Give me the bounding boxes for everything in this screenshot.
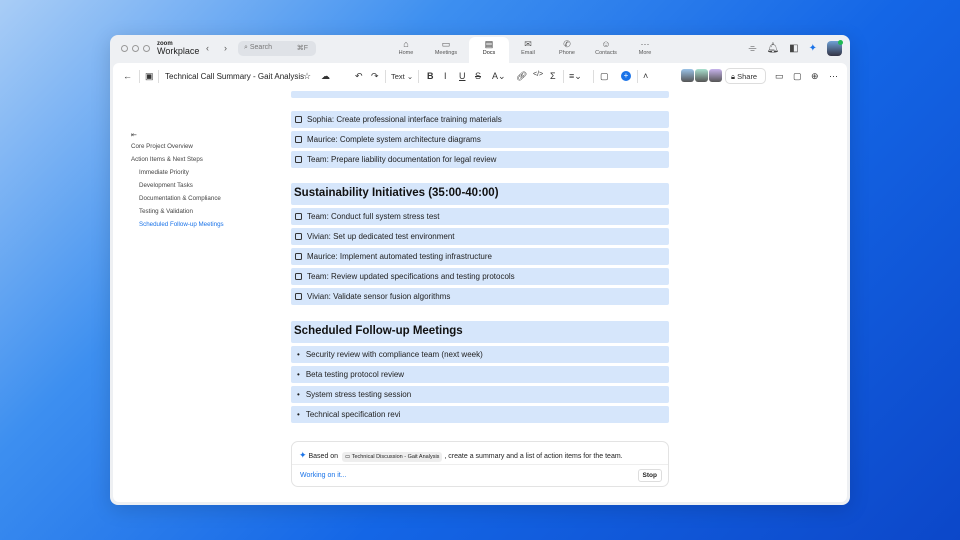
forward-icon[interactable]: › bbox=[224, 43, 227, 53]
tab-contacts[interactable]: ☺ Contacts bbox=[586, 37, 626, 63]
toc-item[interactable]: Development Tasks bbox=[139, 182, 193, 189]
toc-item[interactable]: Documentation & Compliance bbox=[139, 195, 221, 202]
more-icon: ··· bbox=[640, 39, 650, 49]
text-style-dropdown[interactable]: Text ⌄ bbox=[391, 72, 413, 81]
doc-icon[interactable]: ▣ bbox=[145, 71, 154, 82]
task-row[interactable]: Vivian: Validate sensor fusion algorithm… bbox=[291, 288, 669, 305]
more-options-icon[interactable]: ⋯ bbox=[829, 71, 838, 82]
meeting-chip[interactable]: ▭ Technical Discussion - Gait Analysis bbox=[342, 452, 443, 462]
redo-icon[interactable]: ↷ bbox=[371, 71, 379, 82]
link-icon[interactable]: 🔗︎ bbox=[516, 71, 527, 82]
chat-icon[interactable]: ▢ bbox=[793, 71, 802, 82]
align-icon[interactable]: ≡⌄ bbox=[569, 71, 582, 82]
cloud-icon: ☁ bbox=[321, 71, 330, 81]
panel-icon[interactable]: ◧ bbox=[789, 43, 798, 54]
underline-icon[interactable]: U bbox=[459, 71, 466, 81]
video-icon: ▭ bbox=[345, 454, 352, 460]
tab-more[interactable]: ··· More bbox=[625, 37, 665, 63]
bullet-row: • Beta testing protocol review bbox=[291, 366, 669, 383]
collaborator-avatars[interactable] bbox=[681, 69, 722, 82]
back-icon[interactable]: ‹ bbox=[206, 43, 209, 53]
contacts-icon: ☺ bbox=[601, 39, 611, 49]
toc-item-active[interactable]: Scheduled Follow-up Meetings bbox=[139, 221, 224, 228]
bullet-row: • Technical specification revi bbox=[291, 406, 669, 423]
toc-item[interactable]: Testing & Validation bbox=[139, 208, 193, 215]
task-row[interactable]: Team: Review updated specifications and … bbox=[291, 268, 669, 285]
checkbox[interactable] bbox=[295, 116, 302, 123]
ai-status: Working on it... bbox=[300, 472, 347, 479]
doc-area: ← ▣ Technical Call Summary - Gait Analys… bbox=[113, 63, 847, 502]
phone-icon: ✆ bbox=[563, 39, 571, 49]
section-heading: Sustainability Initiatives (35:00-40:00) bbox=[291, 183, 669, 205]
checkbox[interactable] bbox=[295, 293, 302, 300]
task-row[interactable]: Sophia: Create professional interface tr… bbox=[291, 111, 669, 128]
bullet-row: • Security review with compliance team (n… bbox=[291, 346, 669, 363]
task-row[interactable]: Maurice: Complete system architecture di… bbox=[291, 131, 669, 148]
checkbox[interactable] bbox=[295, 273, 302, 280]
doc-title[interactable]: Technical Call Summary - Gait Analysis bbox=[165, 72, 304, 81]
user-avatar[interactable] bbox=[827, 40, 843, 56]
title-bar: zoom Workplace ‹ › ⌕ Search ⌘F ⌂ Home ▭ Meet… bbox=[110, 35, 850, 63]
doc-toolbar: ← ▣ Technical Call Summary - Gait Analys… bbox=[113, 63, 847, 90]
checkbox[interactable] bbox=[295, 156, 302, 163]
lock-icon: 🔒︎ bbox=[731, 72, 735, 81]
star-icon[interactable]: ☆ bbox=[303, 71, 311, 82]
undo-icon[interactable]: ↶ bbox=[355, 71, 363, 82]
checkbox[interactable] bbox=[295, 253, 302, 260]
tab-meetings[interactable]: ▭ Meetings bbox=[426, 37, 466, 63]
stop-button[interactable]: Stop bbox=[637, 469, 662, 482]
formula-icon[interactable]: Σ bbox=[550, 71, 556, 81]
section-heading: Scheduled Follow-up Meetings bbox=[291, 321, 669, 343]
ai-prompt-panel: ✦ Based on ▭ Technical Discussion - Gait… bbox=[291, 441, 669, 487]
checkbox[interactable] bbox=[295, 213, 302, 220]
docs-icon: ▤ bbox=[484, 39, 494, 49]
home-icon: ⌂ bbox=[403, 39, 409, 49]
status-icon[interactable]: ⌯ bbox=[748, 43, 756, 54]
strikethrough-icon[interactable]: S bbox=[475, 71, 481, 81]
app-window: zoom Workplace ‹ › ⌕ Search ⌘F ⌂ Home ▭ Meet… bbox=[110, 35, 850, 505]
tab-email[interactable]: ✉ Email bbox=[508, 37, 548, 63]
ai-sparkle-icon[interactable]: ✦ bbox=[809, 43, 817, 54]
window-controls[interactable] bbox=[121, 45, 150, 52]
task-row[interactable]: Maurice: Implement automated testing inf… bbox=[291, 248, 669, 265]
video-icon[interactable]: ▭ bbox=[775, 71, 784, 82]
zoom-logo: zoom Workplace bbox=[157, 41, 200, 56]
bold-icon[interactable]: B bbox=[427, 71, 434, 81]
task-row[interactable]: Vivian: Set up dedicated test environmen… bbox=[291, 228, 669, 245]
task-row[interactable]: Team: Prepare liability documentation fo… bbox=[291, 151, 669, 168]
tab-home[interactable]: ⌂ Home bbox=[386, 37, 426, 63]
collapse-toc-icon[interactable]: ⇤ bbox=[131, 131, 137, 139]
font-color-icon[interactable]: A⌄ bbox=[492, 71, 506, 82]
italic-icon[interactable]: I bbox=[444, 71, 447, 81]
comment-icon[interactable]: ▢ bbox=[600, 71, 609, 82]
insert-icon[interactable]: + bbox=[621, 71, 631, 81]
tab-phone[interactable]: ✆ Phone bbox=[547, 37, 587, 63]
code-icon[interactable]: </> bbox=[533, 71, 543, 78]
bell-icon[interactable]: 🔔︎ bbox=[766, 43, 779, 54]
back-arrow-icon[interactable]: ← bbox=[123, 71, 132, 81]
toc-item[interactable]: Core Project Overview bbox=[131, 143, 193, 150]
calendar-icon: ▭ bbox=[441, 39, 451, 49]
search-input[interactable]: ⌕ Search ⌘F bbox=[238, 41, 316, 56]
bullet-row: • System stress testing session bbox=[291, 386, 669, 403]
toc-item[interactable]: Action Items & Next Steps bbox=[131, 156, 203, 163]
task-row-partial bbox=[291, 91, 669, 98]
tab-docs[interactable]: ▤ Docs bbox=[469, 37, 509, 63]
task-row[interactable]: Team: Conduct full system stress test bbox=[291, 208, 669, 225]
toc-item[interactable]: Immediate Priority bbox=[139, 169, 189, 176]
ai-sparkle-icon: ✦ bbox=[299, 450, 307, 460]
checkbox[interactable] bbox=[295, 233, 302, 240]
share-button[interactable]: 🔒︎ Share bbox=[725, 68, 766, 84]
globe-icon[interactable]: ⊕ bbox=[811, 71, 819, 82]
collapse-icon[interactable]: ˄ bbox=[643, 71, 648, 81]
email-icon: ✉ bbox=[524, 39, 532, 49]
checkbox[interactable] bbox=[295, 136, 302, 143]
